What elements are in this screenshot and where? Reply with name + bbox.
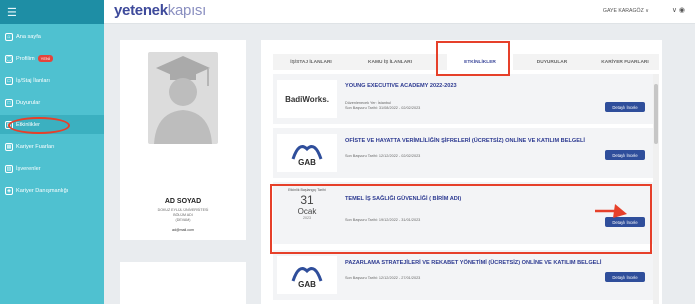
profile-department: BÖLÜM ADI xyxy=(173,213,193,217)
sidebar-item-kariyer-danismanligi[interactable]: ◈ Kariyer Danışmanlığı xyxy=(0,181,104,200)
event-deadline: Son Başvuru Tarihi: 12/12/2022 - 27/01/2… xyxy=(345,276,421,280)
briefcase-icon: ▭ xyxy=(5,76,13,85)
sidebar-item-isverenler[interactable]: ▥ İşverenler xyxy=(0,159,104,178)
profile-email: ad@mail.com xyxy=(171,228,195,232)
event-title[interactable]: PAZARLAMA STRATEJİLERİ VE REKABET YÖNETİ… xyxy=(345,260,601,266)
sidebar-item-label: İş/Staj İlanları xyxy=(16,77,50,84)
svg-text:GAB: GAB xyxy=(298,158,316,167)
gab-logo-icon: GAB xyxy=(277,134,337,172)
sidebar-item-profilim[interactable]: ◯ Profilim YENİ xyxy=(0,49,104,68)
event-location: Düzenlenecek Yer: İstanbul xyxy=(345,101,392,105)
details-button[interactable]: Detaylı İncele xyxy=(605,102,645,112)
home-icon: ⌂ xyxy=(5,32,13,41)
tab-duyurular[interactable]: DUYURULAR xyxy=(519,54,585,70)
gab-logo-icon: GAB xyxy=(277,256,337,294)
sidebar-item-label: Ana sayfa xyxy=(16,33,41,40)
sidebar-item-label: Profilim xyxy=(16,55,35,62)
fair-icon: ▦ xyxy=(5,142,13,151)
profile-name: AD SOYAD xyxy=(164,198,202,205)
details-button[interactable]: Detaylı İncele xyxy=(605,150,645,160)
event-deadline: Son Başvuru Tarihi: 12/12/2022 - 02/02/2… xyxy=(345,154,421,158)
profile-status: (DEVAM) xyxy=(175,218,191,222)
tab-kariyer-fuarlari[interactable]: KARİYER FUARLARI xyxy=(591,54,659,70)
events-panel: İŞ/STAJ İLANLARI KAMU İŞ İLANLARI ETKİNL… xyxy=(261,40,662,304)
event-item: BadiWorks. YOUNG EXECUTIVE ACADEMY 2022-… xyxy=(273,74,653,124)
profile-university: DOKUZ EYLÜL ÜNİVERSİTESİ xyxy=(157,208,209,212)
topbar: yetenekkapısı GAYE KARAGÖZ ∨ ∨ ◉ xyxy=(104,0,695,24)
sidebar-item-is-staj-ilanlari[interactable]: ▭ İş/Staj İlanları xyxy=(0,71,104,90)
sidebar-item-duyurular[interactable]: □ Duyurular xyxy=(0,93,104,112)
event-title[interactable]: OFİSTE VE HAYATTA VERİMLİLİĞİN ŞİFRELERİ… xyxy=(345,138,585,144)
company-logo: BadiWorks. xyxy=(277,80,337,118)
new-badge: YENİ xyxy=(37,55,53,62)
user-menu[interactable]: GAYE KARAGÖZ ∨ xyxy=(603,8,649,14)
event-title[interactable]: YOUNG EXECUTIVE ACADEMY 2022-2023 xyxy=(345,83,457,89)
logo[interactable]: yetenekkapısı xyxy=(114,2,206,19)
menu-icon[interactable]: ☰ xyxy=(0,0,104,24)
sidebar-item-label: Kariyer Danışmanlığı xyxy=(16,187,69,194)
tab-is-staj-ilanlari[interactable]: İŞ/STAJ İLANLARI xyxy=(273,54,349,70)
sidebar-item-label: Duyurular xyxy=(16,99,41,106)
svg-text:GAB: GAB xyxy=(298,280,316,289)
highlight-ellipse xyxy=(8,117,70,134)
sidebar-item-label: İşverenler xyxy=(16,165,41,172)
announcement-icon: □ xyxy=(5,98,13,107)
scroll-thumb[interactable] xyxy=(654,84,658,144)
sidebar-item-ana-sayfa[interactable]: ⌂ Ana sayfa xyxy=(0,27,104,46)
sidebar: ☰ ⌂ Ana sayfa ◯ Profilim YENİ ▭ İş/Staj … xyxy=(0,0,104,304)
avatar xyxy=(148,52,218,144)
arrow-icon xyxy=(595,204,627,218)
tab-kamu-is-ilanlari[interactable]: KAMU İŞ İLANLARI xyxy=(349,54,431,70)
profile-card: AD SOYAD DOKUZ EYLÜL ÜNİVERSİTESİ BÖLÜM … xyxy=(120,40,246,240)
sidebar-item-label: Kariyer Fuarları xyxy=(16,143,55,150)
consulting-icon: ◈ xyxy=(5,186,13,195)
secondary-card xyxy=(120,262,246,304)
settings-icon[interactable]: ∨ ◉ xyxy=(672,6,685,14)
building-icon: ▥ xyxy=(5,164,13,173)
event-deadline: Son Başvuru Tarihi: 31/08/2022 - 02/02/2… xyxy=(345,106,421,110)
event-item: GAB OFİSTE VE HAYATTA VERİMLİLİĞİN ŞİFRE… xyxy=(273,128,653,178)
scrollbar[interactable] xyxy=(653,74,659,304)
user-icon: ◯ xyxy=(5,54,13,63)
sidebar-item-kariyer-fuarlari[interactable]: ▦ Kariyer Fuarları xyxy=(0,137,104,156)
highlight-tab-box xyxy=(436,41,510,76)
event-item: GAB PAZARLAMA STRATEJİLERİ VE REKABET YÖ… xyxy=(273,250,653,300)
details-button[interactable]: Detaylı İncele xyxy=(605,272,645,282)
